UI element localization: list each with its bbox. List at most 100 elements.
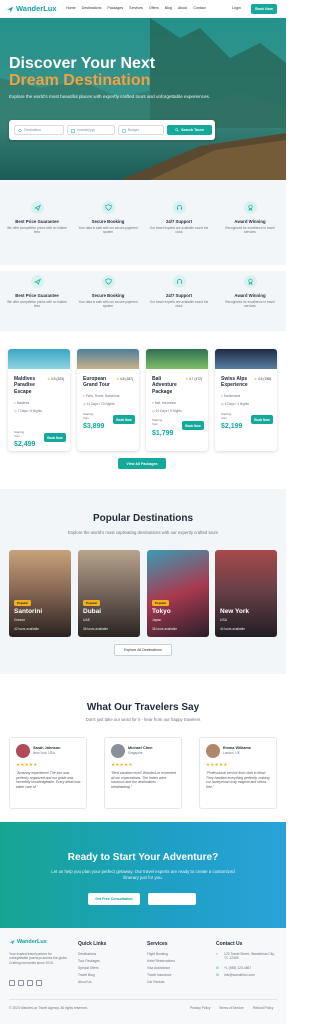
nav-link-about[interactable]: About	[178, 6, 187, 10]
destination-card[interactable]: Popular Dubai UAE 36 tours available	[78, 550, 140, 637]
footer-link[interactable]: Visa Assistance	[147, 966, 170, 970]
feature-title: 24/7 Support	[165, 293, 193, 298]
hero-section: Discover Your Next Dream Destination Exp…	[0, 18, 286, 180]
footer-logo[interactable]: WanderLux	[9, 939, 47, 945]
package-card[interactable]: Swiss Alps Experience ★ 4.9 (198) ⌖ Swit…	[215, 349, 277, 451]
nav-link-offers[interactable]: Offers	[149, 6, 159, 10]
feature-secure-booking: Secure Booking Your data is safe with ou…	[78, 275, 138, 308]
privacy-policy-link[interactable]: Privacy Policy	[190, 1006, 211, 1010]
logo[interactable]: WanderLux	[6, 4, 57, 13]
award-icon	[243, 275, 257, 288]
testimonial-quote: "Amazing experience! The tour was perfec…	[16, 771, 81, 789]
feature-support: 24/7 Support Our travel experts are avai…	[149, 275, 209, 308]
tours-available: 36 tours available	[83, 627, 108, 631]
footer-link[interactable]: Destinations	[78, 952, 96, 956]
free-consultation-button[interactable]: Get Free Consultation	[88, 893, 140, 905]
cta-title: Ready to Start Your Adventure?	[67, 852, 219, 863]
search-tours-label: Search Tours	[181, 128, 204, 132]
destination-card[interactable]: Popular Santorini Greece 42 tours availa…	[9, 550, 71, 637]
duration-text: 7 Days / 6 Nights	[17, 409, 42, 413]
testimonial-card: Michael Chen Singapore ★★★★★ "Best vacat…	[104, 737, 182, 809]
rating-value: 4.8	[119, 377, 125, 381]
package-name: Bali Adventure Package	[152, 376, 177, 395]
location-text: Paris, Rome, Barcelona	[85, 394, 120, 398]
star-icon: ★	[116, 377, 119, 381]
book-now-button[interactable]: Book Now	[113, 415, 135, 424]
book-now-button[interactable]: Book Now	[251, 3, 277, 14]
duration-text: 5 Days / 4 Nights	[224, 402, 249, 406]
package-duration: ◷ 5 Days / 4 Nights	[221, 402, 249, 406]
contact-phone[interactable]: +1 (555) 123-4567	[224, 966, 251, 970]
feature-title: Best Price Guarantee	[15, 219, 59, 224]
footer-link[interactable]: Car Rentals	[147, 980, 164, 984]
feature-description: We offer competitive prices with no hidd…	[7, 300, 67, 309]
logo-text: WanderLux	[16, 4, 57, 13]
book-now-button[interactable]: Book Now	[44, 433, 66, 442]
feature-award: Award Winning Recognized for excellence …	[220, 275, 280, 308]
book-now-button[interactable]: Book Now	[251, 415, 273, 424]
package-rating: ★ 4.8 (187)	[116, 377, 133, 381]
plane-logo-icon	[6, 5, 14, 13]
headset-icon	[172, 201, 186, 214]
destination-card[interactable]: New York USA 44 tours available	[215, 550, 277, 637]
refund-policy-link[interactable]: Refund Policy	[253, 1006, 273, 1010]
nav-link-blog[interactable]: Blog	[165, 6, 172, 10]
popular-badge: Popular	[152, 600, 170, 606]
destination-name: Dubai	[83, 608, 102, 615]
feature-title: Award Winning	[234, 219, 266, 224]
nav-link-destinations[interactable]: Destinations	[82, 6, 102, 10]
reviewer-name: Michael Chen	[128, 746, 153, 750]
nav-link-services[interactable]: Services	[129, 6, 143, 10]
location-pin-icon	[18, 129, 22, 133]
package-image	[77, 349, 139, 369]
footer-link[interactable]: Hotel Reservations	[147, 959, 175, 963]
footer-link[interactable]: Tour Packages	[78, 959, 100, 963]
twitter-icon[interactable]	[18, 980, 24, 986]
star-icon: ★	[47, 377, 50, 381]
destination-card[interactable]: Popular Tokyo Japan 38 tours available	[147, 550, 209, 637]
nav-link-contact[interactable]: Contact	[193, 6, 205, 10]
starting-from-label: Starting from	[14, 430, 25, 438]
destination-input[interactable]: Destination	[14, 125, 64, 135]
footer-link[interactable]: Flight Booking	[147, 952, 168, 956]
package-card[interactable]: European Grand Tour ★ 4.8 (187) ⌖ Paris,…	[77, 349, 139, 451]
package-location: ⌖ Paris, Rome, Barcelona	[83, 394, 120, 398]
date-input[interactable]: mm/dd/yyyy	[67, 125, 115, 135]
budget-input[interactable]: Budget	[118, 125, 164, 135]
login-link[interactable]: Login	[232, 6, 241, 10]
secondary-cta-button[interactable]	[148, 893, 196, 905]
feature-description: Your data is safe with our secure paymen…	[78, 300, 138, 309]
date-placeholder: mm/dd/yyyy	[77, 128, 96, 132]
youtube-icon[interactable]	[36, 980, 42, 986]
explore-all-destinations-button[interactable]: Explore All Destinations	[114, 644, 172, 656]
nav-link-home[interactable]: Home	[66, 6, 76, 10]
popular-badge: Popular	[14, 600, 32, 606]
hero-title-highlight: Dream Destination	[9, 72, 151, 89]
feature-description: Your data is safe with our secure paymen…	[78, 226, 138, 235]
package-card[interactable]: Maldives Paradise Escape ★ 4.9 (203) ⌖ M…	[8, 349, 70, 451]
search-tours-button[interactable]: Search Tours	[167, 125, 212, 135]
terms-link[interactable]: Terms of Service	[219, 1006, 244, 1010]
plane-icon	[30, 275, 44, 288]
footer-link[interactable]: Special Offers	[78, 966, 99, 970]
phone-icon: ✆	[216, 966, 219, 970]
contact-email[interactable]: info@wanderlux.com	[224, 973, 255, 977]
nav-link-packages[interactable]: Packages	[107, 6, 123, 10]
footer-link[interactable]: About Us	[78, 980, 92, 984]
review-count: (198)	[263, 377, 272, 381]
map-pin-icon: ⌖	[216, 952, 218, 956]
footer-link[interactable]: Travel Blog	[78, 973, 95, 977]
footer-link[interactable]: Travel Insurance	[147, 973, 171, 977]
plane-logo-icon	[9, 939, 15, 945]
footer-divider	[9, 999, 277, 1000]
search-icon	[175, 128, 179, 132]
shield-icon	[101, 201, 115, 214]
view-all-packages-button[interactable]: View All Packages	[118, 458, 166, 469]
plane-icon	[30, 201, 44, 214]
package-card[interactable]: Bali Adventure Package ★ 4.7 (472) ⌖ Bal…	[146, 349, 208, 451]
footer: WanderLux Your trusted travel partner fo…	[0, 928, 286, 1024]
book-now-button[interactable]: Book Now	[182, 421, 204, 430]
facebook-icon[interactable]	[9, 980, 15, 986]
instagram-icon[interactable]	[27, 980, 33, 986]
packages-section: Maldives Paradise Escape ★ 4.9 (203) ⌖ M…	[0, 336, 286, 484]
